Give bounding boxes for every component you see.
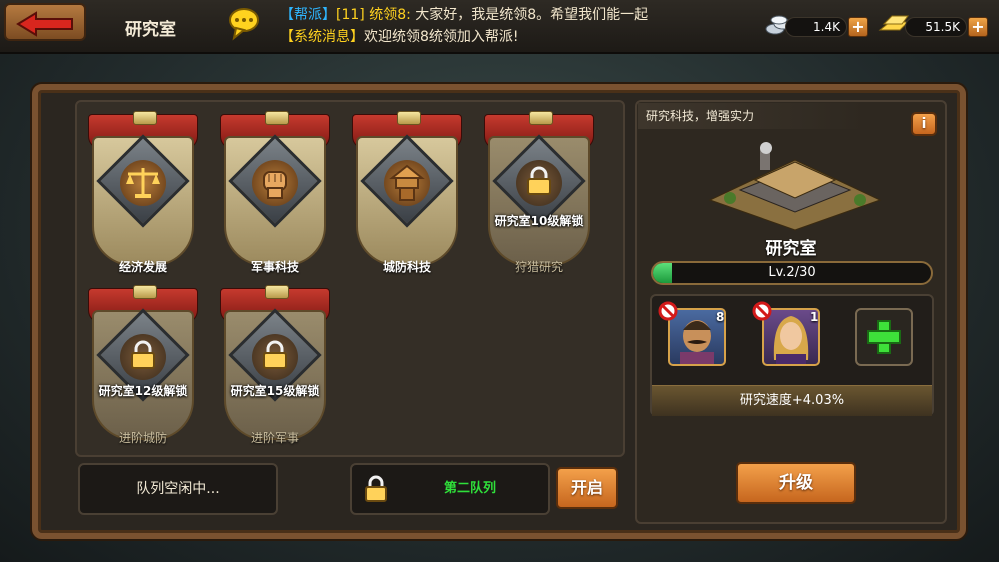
lock-icon	[525, 166, 553, 196]
fist-icon	[252, 160, 298, 206]
plus-icon	[867, 320, 901, 354]
building-description: 研究科技，增强实力	[638, 103, 868, 129]
chat-tag-system: 【系统消息】	[280, 29, 364, 45]
hero-level: 8	[716, 310, 725, 324]
card-label: 进阶军事	[250, 431, 299, 445]
card-label: 进阶城防	[118, 431, 167, 445]
add-hero-button[interactable]	[855, 308, 913, 366]
add-gold-button[interactable]: +	[968, 17, 988, 37]
chat-bubble-icon[interactable]	[226, 6, 262, 42]
chat-sender: [11] 统领8:	[336, 7, 411, 23]
remove-hero-1-icon[interactable]	[658, 301, 678, 321]
remove-hero-2-icon[interactable]	[752, 301, 772, 321]
lock-icon	[129, 340, 157, 370]
hero-level: 1	[810, 310, 819, 324]
research-card-economy[interactable]: 经济发展	[84, 111, 202, 274]
research-card-hunting[interactable]: 研究室10级解锁 狩猎研究	[480, 111, 598, 274]
research-queue-2: 第二队列	[350, 463, 550, 515]
info-button[interactable]: i	[911, 112, 937, 136]
page-title: 研究室	[125, 20, 176, 40]
level-progress-bar: Lv.2/30	[651, 261, 933, 285]
card-label: 狩猎研究	[514, 260, 563, 274]
chat-message: 大家好，我是统领8。希望我们能一起	[415, 7, 649, 23]
open-queue-button[interactable]: 开启	[556, 467, 618, 509]
research-queue-1: 队列空闲中...	[78, 463, 278, 515]
back-button[interactable]	[4, 3, 86, 41]
research-card-military[interactable]: 军事科技	[216, 111, 334, 274]
research-card-defense[interactable]: 城防科技	[348, 111, 466, 274]
unlock-requirement: 研究室10级解锁	[494, 214, 584, 228]
chat-line-guild[interactable]: 【帮派】[11] 统领8: 大家好，我是统领8。希望我们能一起	[280, 4, 648, 24]
card-label: 军事科技	[250, 260, 299, 274]
research-lab-building-image	[700, 140, 890, 232]
card-label: 经济发展	[118, 260, 167, 274]
chat-line-system[interactable]: 【系统消息】欢迎统领8统领加入帮派!	[280, 26, 519, 46]
lock-icon	[261, 340, 289, 370]
add-silver-button[interactable]: +	[848, 17, 868, 37]
silver-amount: 1.4K	[785, 17, 847, 37]
unlock-requirement: 研究室15级解锁	[230, 384, 320, 398]
lock-icon	[364, 475, 388, 503]
watchtower-icon	[384, 160, 430, 206]
chat-tag-guild: 【帮派】	[280, 7, 336, 23]
chat-message: 欢迎统领8统领加入帮派!	[364, 29, 519, 45]
research-card-advanced-defense[interactable]: 研究室12级解锁 进阶城防	[84, 285, 202, 446]
building-name: 研究室	[765, 239, 817, 259]
level-text: Lv.2/30	[768, 265, 816, 280]
back-arrow-icon	[16, 11, 73, 37]
scales-icon	[120, 160, 166, 206]
research-speed-bonus: 研究速度+4.03%	[652, 385, 932, 416]
unlock-requirement: 研究室12级解锁	[98, 384, 188, 398]
gold-amount: 51.5K	[905, 17, 967, 37]
upgrade-button[interactable]: 升级	[736, 462, 856, 504]
second-queue-label: 第二队列	[443, 481, 496, 496]
research-card-advanced-military[interactable]: 研究室15级解锁 进阶军事	[216, 285, 334, 446]
card-label: 城防科技	[382, 260, 431, 274]
